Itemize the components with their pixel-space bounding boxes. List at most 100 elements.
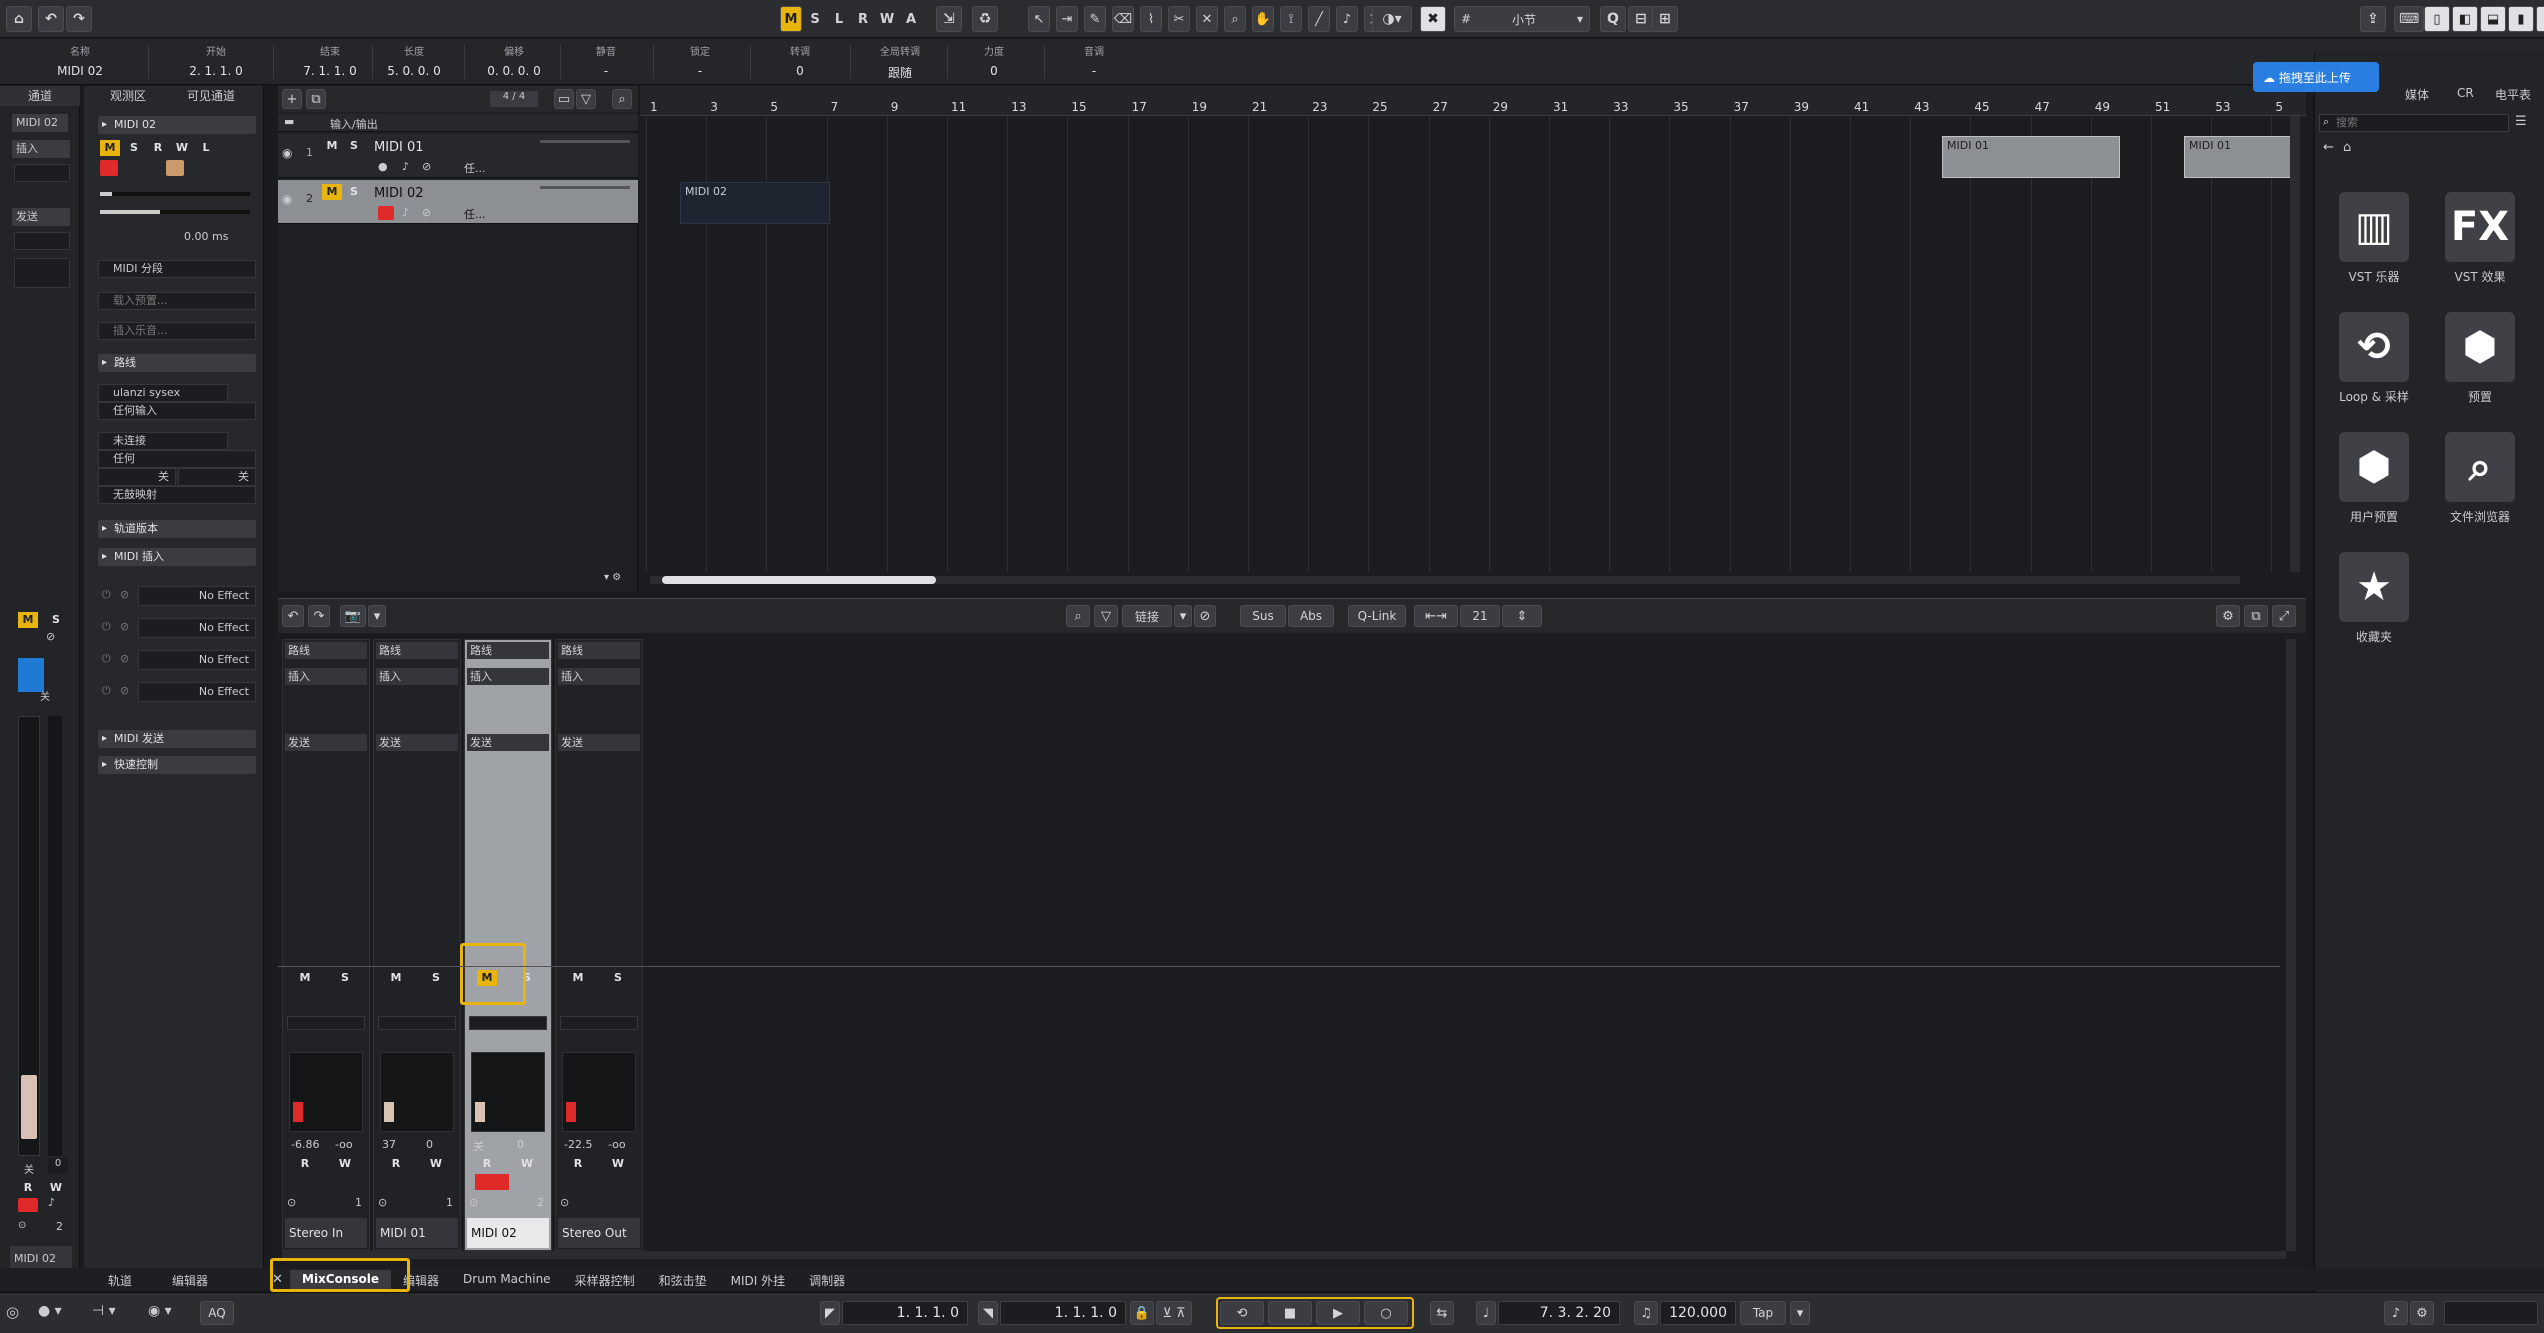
back-icon[interactable]: ← — [2323, 140, 2334, 155]
tempo-field[interactable]: 120.000 — [1660, 1301, 1736, 1325]
pan-slider[interactable] — [100, 210, 250, 214]
midi-section-select[interactable]: MIDI 分段 — [98, 260, 256, 278]
vertical-scrollbar[interactable] — [2290, 116, 2300, 572]
info-field[interactable]: 长度 5. 0. 0. 0 — [364, 43, 464, 78]
insert-section[interactable]: 插入 — [285, 668, 367, 685]
insert-slot-name[interactable]: No Effect — [138, 586, 256, 606]
eraser-icon[interactable]: ⌫ — [1112, 6, 1134, 32]
bypass-icon[interactable]: ⊘ — [120, 588, 129, 601]
record-icon[interactable]: ○ — [1364, 1301, 1408, 1325]
piano-icon[interactable]: ▥ — [2339, 192, 2409, 262]
lower-zone-tab[interactable]: Drum Machine — [451, 1270, 563, 1291]
track-volume-slider[interactable] — [540, 186, 630, 189]
warp-icon[interactable]: ⟟ — [1280, 6, 1302, 32]
track-name[interactable]: MIDI 01 — [374, 140, 424, 155]
mute-button[interactable]: M — [568, 970, 588, 986]
channel-strip[interactable]: 路线 插入 发送 M S 37 0 R W ⊙ 1 MIDI 01 — [373, 639, 461, 1251]
presets-icon[interactable]: ⬢ — [2445, 312, 2515, 382]
auto-quantize-button[interactable]: AQ — [200, 1301, 234, 1325]
read-button[interactable]: R — [18, 1180, 38, 1196]
left-locator-field[interactable]: 1. 1. 1. 0 — [842, 1301, 968, 1325]
event-display[interactable]: MIDI 02 MIDI 01 MIDI 01 — [640, 86, 2306, 572]
right-locator-field[interactable]: 1. 1. 1. 0 — [1000, 1301, 1126, 1325]
glue-icon[interactable]: ⌇ — [1140, 6, 1162, 32]
home-icon[interactable]: ⌂ — [6, 6, 32, 32]
read-button[interactable]: R — [295, 1156, 315, 1172]
insert-slot-name[interactable]: No Effect — [138, 618, 256, 638]
auto-quantize-mode-icon[interactable]: ◉ ▾ — [148, 1303, 172, 1319]
right-locator-icon[interactable]: ◥ — [978, 1301, 998, 1325]
output-select[interactable]: 未连接 — [98, 432, 228, 450]
horizontal-scrollbar[interactable] — [650, 576, 2240, 584]
folder-track[interactable]: ▬ 输入/输出 — [278, 114, 638, 132]
edit-channel-icon[interactable]: ⊙ — [378, 1196, 387, 1209]
quantize-preset-icon[interactable]: ⊟ — [1628, 6, 1654, 32]
layout-full-icon[interactable]: ▣ — [2536, 6, 2544, 32]
channel-name[interactable]: Stereo In — [285, 1218, 367, 1248]
routing-section[interactable]: 路线 — [285, 642, 367, 659]
midi-part[interactable]: MIDI 01 — [1942, 136, 2120, 178]
routing-section[interactable]: 路线 — [98, 354, 256, 372]
snap-icon[interactable]: ✖ — [1420, 6, 1446, 32]
undo-icon[interactable]: ↶ — [282, 605, 304, 627]
search-icon[interactable]: ⌕ — [1066, 605, 1090, 627]
track-preset-icon[interactable]: ▭ — [554, 89, 574, 109]
color-tool-icon[interactable]: ◑▾ — [1372, 6, 1412, 32]
solo-button[interactable]: S — [124, 140, 144, 156]
performance-icon[interactable]: ◎ — [6, 1303, 19, 1321]
write-button[interactable]: W — [46, 1180, 66, 1196]
solo-button[interactable]: S — [335, 970, 355, 986]
note-icon[interactable] — [166, 160, 184, 176]
volume-value[interactable]: 37 — [382, 1138, 396, 1151]
tab-media[interactable]: 媒体 — [2405, 86, 2429, 103]
layout-left-icon[interactable]: ▯ — [2424, 6, 2450, 32]
time-signature[interactable]: 4 / 4 — [490, 91, 538, 107]
bypass-icon[interactable]: ⊘ — [120, 652, 129, 665]
grid-type-select[interactable]: # 小节 ▾ — [1454, 6, 1590, 32]
divider[interactable] — [278, 966, 2280, 967]
track-output-select[interactable]: 任... — [464, 160, 486, 176]
midi-insert-slot[interactable]: ⏻ ⊘ No Effect — [98, 586, 256, 606]
sus-button[interactable]: Sus — [1240, 605, 1286, 627]
edit-channel-icon[interactable]: ⊙ — [469, 1196, 478, 1209]
midi-insert-slot[interactable]: ⏻ ⊘ No Effect — [98, 682, 256, 702]
undo-icon[interactable]: ↶ — [38, 6, 64, 32]
filter-icon[interactable]: ▽ — [576, 89, 596, 109]
insert-button[interactable]: 插入 — [12, 140, 70, 158]
search-icon[interactable]: ⌕ — [612, 89, 632, 109]
stop-icon[interactable]: ■ — [1268, 1301, 1312, 1325]
midi-part[interactable]: MIDI 02 — [680, 182, 830, 224]
cut-icon[interactable]: ✕ — [1196, 6, 1218, 32]
loop-icon[interactable]: ⟲ — [2339, 312, 2409, 382]
channel-strip[interactable]: 路线 插入 发送 M S -22.5 -oo R W ⊙ Stereo Out — [555, 639, 643, 1251]
send-section[interactable]: 发送 — [558, 734, 640, 751]
track-row[interactable]: ◉ 2 M S MIDI 02 ♪ ⊘ 任... — [278, 180, 638, 224]
quantize-icon[interactable]: Q — [1600, 6, 1626, 32]
volume-value[interactable]: -22.5 — [564, 1138, 592, 1151]
maximize-icon[interactable]: ⤢ — [2272, 605, 2296, 627]
lower-zone-tab[interactable]: MIDI 外挂 — [719, 1270, 798, 1291]
position-field[interactable]: 7. 3. 2. 20 — [1498, 1301, 1620, 1325]
fader-handle[interactable] — [384, 1102, 394, 1122]
bank-select[interactable]: 关 — [178, 468, 256, 486]
auto-scroll-icon[interactable]: ⇲ — [936, 6, 962, 32]
preset-select[interactable]: 载入预置... — [98, 292, 256, 310]
follow-icon[interactable]: ⇆ — [1430, 1301, 1454, 1325]
solo-button[interactable]: S — [344, 184, 364, 200]
scrollbar-thumb[interactable] — [662, 576, 936, 584]
lower-zone-tab[interactable]: 和弦击垫 — [647, 1270, 719, 1291]
track-row[interactable]: ◉ 1 M S MIDI 01 ● ♪ ⊘ 任... — [278, 134, 638, 178]
fader-track[interactable] — [18, 716, 40, 1156]
info-value[interactable]: 跟随 — [850, 64, 950, 81]
read-button[interactable]: R — [477, 1156, 497, 1172]
lock-icon[interactable]: 🔒 — [1130, 1301, 1154, 1325]
range-select-icon[interactable]: ⇥ — [1056, 6, 1078, 32]
info-value[interactable]: - — [556, 64, 656, 78]
tap-tempo-button[interactable]: Tap — [1740, 1301, 1786, 1325]
power-icon[interactable]: ⏻ — [102, 588, 111, 602]
info-value[interactable]: 0 — [944, 64, 1044, 78]
insert-slot[interactable] — [14, 164, 70, 182]
info-value[interactable]: 0 — [750, 64, 850, 78]
bypass-icon[interactable]: ⊘ — [120, 620, 129, 633]
stacked-icon[interactable]: ♻ — [972, 6, 998, 32]
